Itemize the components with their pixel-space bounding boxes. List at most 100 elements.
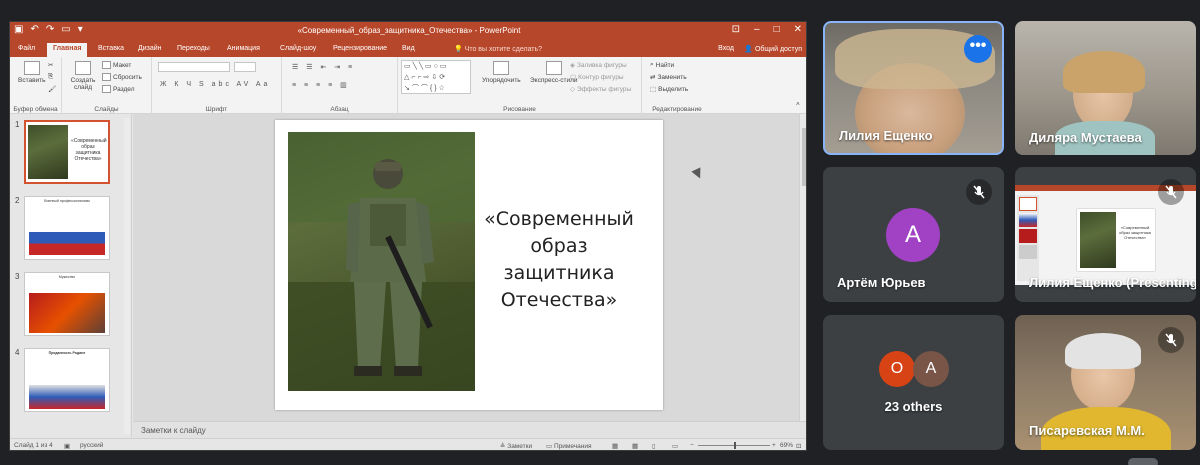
drawing-group: ▭╲╲▭○▭ △⌐⌐⇨⇩⟳ ↘⌒⌒{}☆ Упорядочить Экспресс-… bbox=[398, 57, 642, 114]
shape-effects-button[interactable]: ◇ Эффекты фигуры bbox=[570, 85, 632, 94]
replace-icon: ⇄ bbox=[650, 74, 656, 81]
reset-icon bbox=[102, 73, 111, 81]
format-painter-icon[interactable]: 🖌 bbox=[48, 85, 56, 93]
slide-thumbnail-2[interactable]: Военный профессионализм bbox=[24, 196, 110, 260]
tab-transitions[interactable]: Переходы bbox=[177, 45, 210, 52]
font-family-input[interactable] bbox=[158, 62, 230, 72]
preview-slide-text: «Современный образ защитника Отечества» bbox=[1119, 225, 1151, 240]
zoom-out-icon[interactable]: − bbox=[690, 442, 694, 449]
drawing-group-label: Рисование bbox=[503, 106, 536, 113]
slide-number: 1 bbox=[15, 120, 20, 129]
participant-tile[interactable]: A Артём Юрьев bbox=[823, 167, 1004, 302]
thumbnail-image bbox=[29, 385, 105, 409]
slide-sorter-icon[interactable]: ▦ bbox=[632, 442, 638, 450]
editor-scroll-thumb[interactable] bbox=[802, 128, 806, 186]
tab-insert[interactable]: Вставка bbox=[98, 45, 124, 52]
tab-animations[interactable]: Анимация bbox=[227, 45, 260, 52]
section-icon bbox=[102, 85, 111, 93]
section-label: Раздел bbox=[113, 85, 135, 93]
slides-group-label: Слайды bbox=[94, 106, 119, 113]
new-slide-icon bbox=[75, 61, 91, 75]
participant-tile-presenting[interactable]: «Современный образ защитника Отечества» … bbox=[1015, 167, 1196, 302]
tab-design[interactable]: Дизайн bbox=[138, 45, 162, 52]
normal-view-icon[interactable]: ▦ bbox=[612, 442, 618, 450]
minimize-icon[interactable]: – bbox=[754, 24, 760, 35]
tab-view[interactable]: Вид bbox=[402, 45, 415, 52]
zoom-slider-knob[interactable] bbox=[734, 442, 736, 449]
replace-button[interactable]: ⇄ Заменить bbox=[650, 73, 687, 82]
maximize-icon[interactable]: □ bbox=[774, 24, 780, 35]
notes-toggle-label: Заметки bbox=[507, 443, 533, 450]
paragraph-group: ☰ ☰ ⇤ ⇥ ≡ ≡ ≡ ≡ ≡ ▥ Абзац bbox=[282, 57, 398, 114]
zoom-in-icon[interactable]: + bbox=[772, 442, 776, 449]
arrange-button[interactable]: Упорядочить bbox=[482, 61, 521, 84]
thumbnail-text: «Современный образ защитника Отечества» bbox=[71, 138, 107, 162]
zoom-level[interactable]: 69% bbox=[780, 442, 793, 449]
preview-thumb bbox=[1019, 213, 1037, 227]
ribbon-display-icon[interactable]: ⊡ bbox=[732, 24, 740, 35]
tab-home[interactable]: Главная bbox=[47, 43, 88, 57]
layout-button[interactable]: Макет bbox=[102, 61, 131, 69]
fit-slide-icon[interactable]: ⊡ bbox=[796, 442, 801, 450]
more-vert-icon[interactable]: ••• bbox=[964, 35, 992, 63]
slide-title[interactable]: «Современный образ защитника Отечества» bbox=[475, 206, 643, 314]
copy-icon[interactable]: ⎘ bbox=[48, 73, 53, 81]
thumbnails-scrollbar[interactable] bbox=[124, 118, 130, 434]
others-tile[interactable]: O A 23 others bbox=[823, 315, 1004, 450]
participant-tile[interactable]: Диляра Мустаева bbox=[1015, 21, 1196, 155]
section-button[interactable]: Раздел bbox=[102, 85, 134, 93]
paragraph-group-label: Абзац bbox=[330, 106, 349, 113]
preview-thumb bbox=[1019, 197, 1037, 211]
new-slide-button[interactable]: Создать слайд bbox=[68, 61, 98, 91]
reading-view-icon[interactable]: ▯ bbox=[652, 442, 656, 450]
preview-thumb bbox=[1019, 245, 1037, 259]
collapse-ribbon-icon[interactable]: ˄ bbox=[796, 101, 800, 108]
slide-thumbnail-1[interactable]: «Современный образ защитника Отечества» bbox=[24, 120, 110, 184]
close-icon[interactable]: ✕ bbox=[794, 24, 802, 35]
alignment-buttons[interactable]: ≡ ≡ ≡ ≡ ▥ bbox=[292, 81, 350, 89]
preview-photo bbox=[1080, 212, 1116, 268]
tab-slideshow[interactable]: Слайд-шоу bbox=[280, 45, 316, 52]
current-slide[interactable]: «Современный образ защитника Отечества» bbox=[275, 120, 663, 410]
tab-review[interactable]: Рецензирование bbox=[333, 45, 387, 52]
paste-button[interactable]: Вставить bbox=[18, 61, 46, 84]
window-controls: ⊡ – □ ✕ bbox=[732, 24, 802, 35]
layout-label: Макет bbox=[113, 61, 132, 69]
find-button[interactable]: ⌕ Найти bbox=[650, 61, 674, 69]
editing-group-label: Редактирование bbox=[652, 106, 702, 113]
participant-name: Артём Юрьев bbox=[837, 275, 926, 290]
tab-file[interactable]: Файл bbox=[18, 45, 35, 52]
cut-icon[interactable]: ✂ bbox=[48, 61, 53, 69]
font-size-input[interactable] bbox=[234, 62, 256, 72]
zoom-slider[interactable] bbox=[698, 442, 770, 449]
preview-slide: «Современный образ защитника Отечества» bbox=[1077, 209, 1155, 271]
shapes-gallery[interactable]: ▭╲╲▭○▭ △⌐⌐⇨⇩⟳ ↘⌒⌒{}☆ bbox=[401, 60, 471, 94]
title-bar: ▣ ↶ ↷ ▭ ▾ «Современный_образ_защитника_О… bbox=[10, 22, 806, 41]
shape-fill-button[interactable]: ◈ Заливка фигуры bbox=[570, 61, 627, 70]
slide-thumbnail-3[interactable]: Мужество bbox=[24, 272, 110, 336]
tell-me-search[interactable]: 💡 Что вы хотите сделать? bbox=[454, 45, 542, 53]
participant-tile[interactable]: Писаревская М.М. bbox=[1015, 315, 1196, 450]
notes-toggle[interactable]: ≜ Заметки bbox=[500, 442, 532, 450]
editor-scrollbar[interactable] bbox=[799, 114, 806, 421]
list-buttons[interactable]: ☰ ☰ ⇤ ⇥ ≡ bbox=[292, 63, 355, 71]
arrange-icon bbox=[493, 61, 510, 75]
overflow-badge[interactable] bbox=[1128, 458, 1158, 465]
slideshow-view-icon[interactable]: ▭ bbox=[672, 442, 678, 450]
shape-effects-label: Эффекты фигуры bbox=[577, 85, 632, 93]
participant-tile-active-speaker[interactable]: ••• Лилия Ещенко bbox=[823, 21, 1004, 155]
notes-pane[interactable]: Заметки к слайду bbox=[133, 421, 806, 438]
find-icon: ⌕ bbox=[650, 61, 654, 68]
font-format-buttons[interactable]: Ж К Ч S abc AV Aa bbox=[160, 81, 270, 88]
spellcheck-icon[interactable]: ▣ bbox=[64, 442, 70, 450]
share-button[interactable]: 👤 Общий доступ bbox=[744, 45, 802, 53]
signin-link[interactable]: Вход bbox=[718, 45, 734, 52]
comments-toggle[interactable]: ▭ Примечания bbox=[546, 442, 591, 450]
language-indicator[interactable]: русский bbox=[80, 442, 103, 449]
select-button[interactable]: ⬚ Выделить bbox=[650, 85, 688, 94]
slide-thumbnail-4[interactable]: Преданность Родине bbox=[24, 348, 110, 412]
reset-button[interactable]: Сбросить bbox=[102, 73, 142, 81]
mic-off-icon bbox=[1158, 179, 1184, 205]
participant-hair bbox=[1063, 51, 1145, 93]
shape-outline-button[interactable]: ▢ Контур фигуры bbox=[570, 73, 624, 82]
